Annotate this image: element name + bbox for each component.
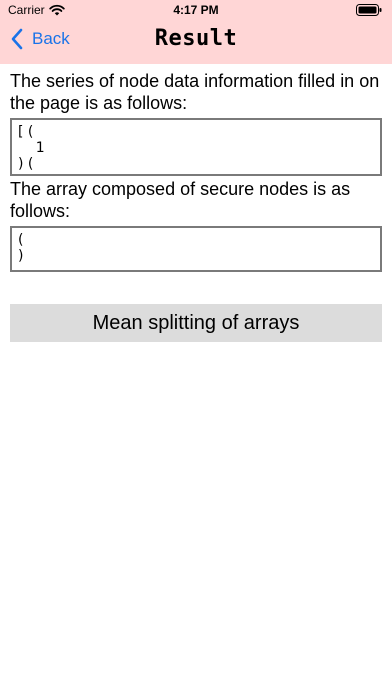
battery-icon	[356, 4, 382, 16]
result-content: The series of node data information fill…	[10, 70, 382, 272]
status-bar: Carrier 4:17 PM	[0, 0, 392, 20]
top-bar: Carrier 4:17 PM Back Result	[0, 0, 392, 64]
navigation-bar: Back Result	[0, 20, 392, 64]
mean-split-button[interactable]: Mean splitting of arrays	[10, 304, 382, 342]
status-time: 4:17 PM	[173, 3, 219, 17]
page-title: Result	[154, 26, 238, 51]
node-data-label: The series of node data information fill…	[10, 71, 380, 113]
secure-nodes-textview[interactable]: ( )	[10, 226, 382, 272]
secure-nodes-label: The array composed of secure nodes is as…	[10, 179, 351, 221]
node-data-textview[interactable]: [ ( 1 ) (	[10, 118, 382, 176]
